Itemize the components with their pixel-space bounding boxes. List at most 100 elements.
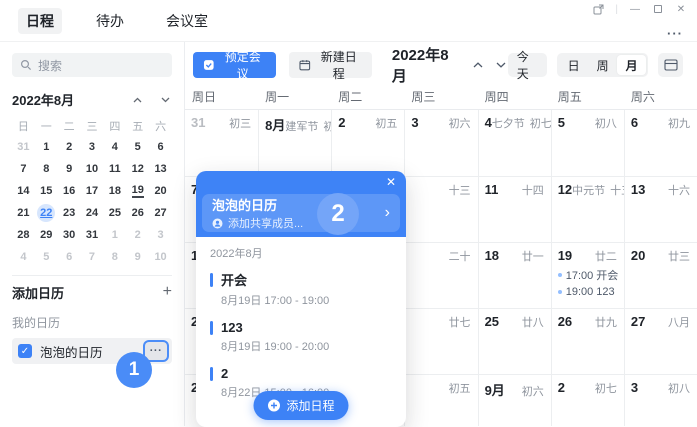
mini-calendar-day[interactable]: 3: [149, 224, 172, 246]
mini-calendar-day[interactable]: 27: [149, 202, 172, 224]
titlebar-tab[interactable]: 会议室: [158, 8, 216, 34]
calendar-day-cell[interactable]: 十三: [404, 176, 477, 242]
add-schedule-button[interactable]: 添加日程: [253, 391, 348, 420]
popup-event-item[interactable]: 1238月19日 19:00 - 20:00: [210, 320, 392, 354]
view-option[interactable]: 周: [588, 55, 617, 75]
mini-calendar-day[interactable]: 15: [35, 180, 58, 202]
calendar-day-cell[interactable]: 19廿二17:00 开会19:00 123: [551, 242, 624, 308]
calendar-day-cell[interactable]: 8月建军节初四: [258, 110, 331, 176]
calendar-day-cell[interactable]: 13十六: [624, 176, 697, 242]
schedule-view-icon[interactable]: [658, 53, 683, 77]
mini-calendar-day[interactable]: 10: [81, 158, 104, 180]
add-calendar-button[interactable]: 添加日历 +: [12, 276, 172, 308]
calendar-day-cell[interactable]: 31初三: [185, 110, 258, 176]
popup-close-icon[interactable]: ✕: [386, 175, 396, 189]
calendar-day-cell[interactable]: 18廿一: [478, 242, 551, 308]
mini-calendar-day[interactable]: 8: [103, 246, 126, 268]
mini-calendar-day[interactable]: 16: [58, 180, 81, 202]
mini-calendar-day[interactable]: 2: [58, 136, 81, 158]
mini-calendar-day[interactable]: 30: [58, 224, 81, 246]
mini-calendar-day[interactable]: 9: [126, 246, 149, 268]
mini-calendar-day[interactable]: 31: [81, 224, 104, 246]
calendar-day-cell[interactable]: 27八月: [624, 308, 697, 374]
mini-calendar-day[interactable]: 22: [35, 202, 58, 224]
titlebar-tab[interactable]: 待办: [88, 8, 132, 34]
mini-calendar-day[interactable]: 23: [58, 202, 81, 224]
mini-calendar-day[interactable]: 2: [126, 224, 149, 246]
add-calendar-label: 添加日历: [12, 283, 64, 302]
mini-calendar-day[interactable]: 11: [103, 158, 126, 180]
calendar-day-cell[interactable]: 廿七: [404, 308, 477, 374]
mini-calendar-day[interactable]: 28: [12, 224, 35, 246]
mini-calendar-day[interactable]: 6: [58, 246, 81, 268]
calendar-day-cell[interactable]: 3初六: [404, 110, 477, 176]
minimize-icon[interactable]: —: [629, 3, 641, 15]
calendar-day-cell[interactable]: 4七夕节初七: [478, 110, 551, 176]
month-next-chevron-down-icon[interactable]: [494, 58, 507, 72]
book-meeting-button[interactable]: 预定会议: [193, 52, 276, 78]
mini-calendar-day[interactable]: 4: [12, 246, 35, 268]
month-prev-chevron-up-icon[interactable]: [471, 58, 484, 72]
mini-calendar-day[interactable]: 9: [58, 158, 81, 180]
mini-calendar-day[interactable]: 14: [12, 180, 35, 202]
share-member-card[interactable]: 泡泡的日历 添加共享成员... ›: [202, 194, 400, 232]
chevron-right-icon[interactable]: ›: [385, 202, 390, 224]
chevron-up-icon[interactable]: [130, 93, 144, 107]
mini-calendar-day[interactable]: 8: [35, 158, 58, 180]
mini-calendar-day[interactable]: 25: [103, 202, 126, 224]
view-option[interactable]: 日: [559, 55, 588, 75]
close-icon[interactable]: ✕: [675, 3, 687, 15]
mini-calendar-day[interactable]: 6: [149, 136, 172, 158]
today-button[interactable]: 今天: [508, 53, 547, 77]
mini-calendar-day[interactable]: 12: [126, 158, 149, 180]
calendar-day-cell[interactable]: 二十: [404, 242, 477, 308]
calendar-day-cell[interactable]: 2初五: [331, 110, 404, 176]
calendar-checkbox[interactable]: ✓: [18, 344, 32, 358]
calendar-day-cell[interactable]: 3初八: [624, 374, 697, 426]
mini-calendar-day[interactable]: 13: [149, 158, 172, 180]
person-icon: [212, 218, 223, 229]
mini-calendar-day[interactable]: 19: [126, 180, 149, 202]
calendar-day-cell[interactable]: 12中元节十五: [551, 176, 624, 242]
lunar-label: 初九: [668, 115, 690, 131]
calendar-day-cell[interactable]: 初五: [404, 374, 477, 426]
calendar-day-cell[interactable]: 2初七: [551, 374, 624, 426]
popout-icon[interactable]: [592, 3, 604, 15]
more-options-icon[interactable]: ···: [667, 26, 683, 41]
calendar-day-cell[interactable]: 5初八: [551, 110, 624, 176]
new-schedule-button[interactable]: 新建日程: [289, 52, 372, 78]
mini-calendar-day[interactable]: 7: [81, 246, 104, 268]
calendar-day-cell[interactable]: 20廿三: [624, 242, 697, 308]
mini-calendar-day[interactable]: 1: [35, 136, 58, 158]
calendar-day-cell[interactable]: 6初九: [624, 110, 697, 176]
popup-event-item[interactable]: 开会8月19日 17:00 - 19:00: [210, 270, 392, 308]
mini-calendar-day[interactable]: 4: [103, 136, 126, 158]
calendar-day-cell[interactable]: 25廿八: [478, 308, 551, 374]
mini-calendar-day[interactable]: 18: [103, 180, 126, 202]
search-input[interactable]: 搜索: [12, 53, 172, 77]
calendar-day-cell[interactable]: 11十四: [478, 176, 551, 242]
mini-calendar-day[interactable]: 31: [12, 136, 35, 158]
cell-event[interactable]: 17:00 开会: [558, 267, 617, 283]
mini-calendar-day[interactable]: 5: [35, 246, 58, 268]
mini-calendar-day[interactable]: 26: [126, 202, 149, 224]
calendar-day-cell[interactable]: 26廿九: [551, 308, 624, 374]
mini-calendar-day[interactable]: 7: [12, 158, 35, 180]
mini-calendar-day[interactable]: 5: [126, 136, 149, 158]
lunar-label: 初七: [595, 380, 617, 396]
mini-calendar-day[interactable]: 3: [81, 136, 104, 158]
mini-calendar-day[interactable]: 17: [81, 180, 104, 202]
mini-calendar-day[interactable]: 1: [103, 224, 126, 246]
mini-calendar-day[interactable]: 24: [81, 202, 104, 224]
maximize-icon[interactable]: [652, 3, 664, 15]
cell-event[interactable]: 19:00 123: [558, 286, 617, 298]
chevron-down-icon[interactable]: [158, 93, 172, 107]
mini-calendar-day[interactable]: 10: [149, 246, 172, 268]
mini-calendar-day[interactable]: 21: [12, 202, 35, 224]
mini-calendar-day[interactable]: 29: [35, 224, 58, 246]
view-option[interactable]: 月: [617, 55, 646, 75]
titlebar-tab[interactable]: 日程: [18, 8, 62, 34]
mini-calendar-day[interactable]: 20: [149, 180, 172, 202]
calendar-more-button[interactable]: ···: [145, 342, 167, 360]
calendar-day-cell[interactable]: 9月初六: [478, 374, 551, 426]
